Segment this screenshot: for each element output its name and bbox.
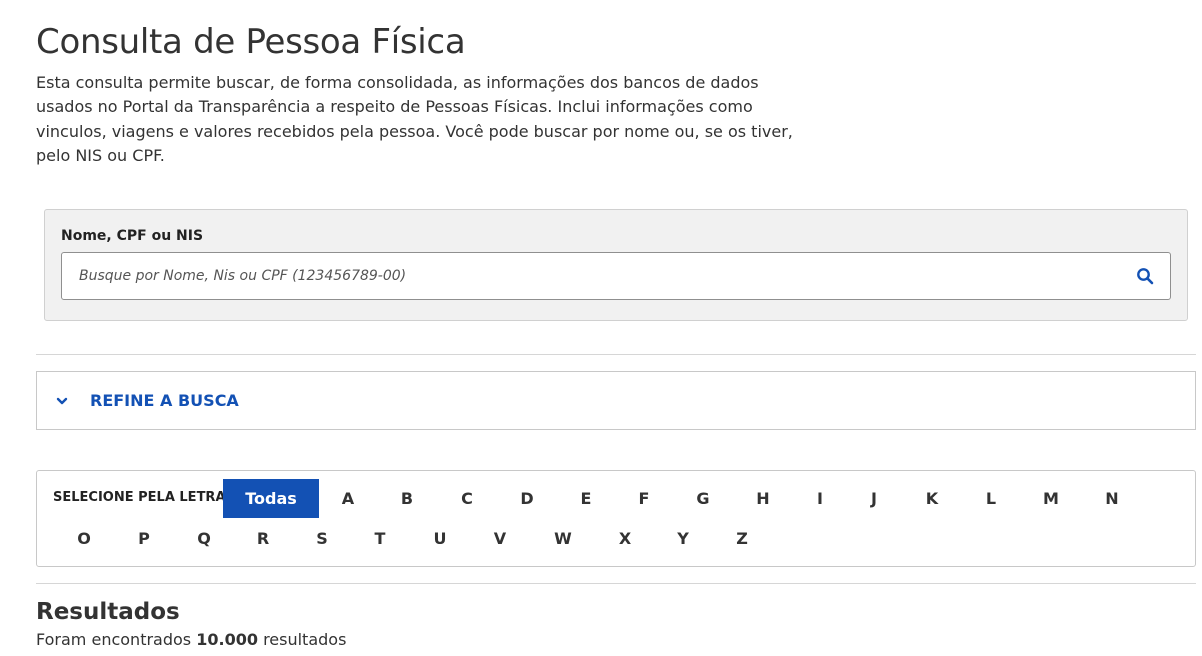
results-title: Resultados	[36, 599, 180, 625]
letter-button-todas[interactable]: Todas	[223, 479, 319, 518]
search-button[interactable]	[1134, 265, 1156, 287]
letter-button-m[interactable]: M	[1029, 479, 1073, 517]
letter-button-v[interactable]: V	[478, 519, 522, 557]
letter-button-z[interactable]: Z	[720, 519, 764, 557]
letter-button-o[interactable]: O	[62, 519, 106, 557]
letter-button-a[interactable]: A	[326, 479, 370, 517]
page: Consulta de Pessoa Física Esta consulta …	[0, 0, 1202, 656]
page-description: Esta consulta permite buscar, de forma c…	[36, 73, 793, 165]
letter-button-b[interactable]: B	[385, 479, 429, 517]
results-prefix: Foram encontrados	[36, 630, 192, 649]
letter-filter: SELECIONE PELA LETRA: Todas A B C D E F …	[36, 470, 1196, 567]
search-icon	[1137, 268, 1154, 285]
letter-button-i[interactable]: I	[798, 479, 842, 517]
letter-button-f[interactable]: F	[622, 479, 666, 517]
search-input[interactable]	[63, 254, 1113, 298]
letter-button-k[interactable]: K	[910, 479, 954, 517]
letter-button-y[interactable]: Y	[661, 519, 705, 557]
results-suffix: resultados	[263, 630, 347, 649]
letter-button-p[interactable]: P	[122, 519, 166, 557]
refine-search-toggle[interactable]: REFINE A BUSCA	[36, 371, 1196, 430]
letter-button-l[interactable]: L	[969, 479, 1013, 517]
letter-button-r[interactable]: R	[241, 519, 285, 557]
letter-button-u[interactable]: U	[418, 519, 462, 557]
refine-search-label: REFINE A BUSCA	[90, 391, 239, 410]
letter-button-d[interactable]: D	[505, 479, 549, 517]
letter-button-t[interactable]: T	[358, 519, 402, 557]
letter-button-h[interactable]: H	[741, 479, 785, 517]
divider	[36, 583, 1196, 584]
letter-button-g[interactable]: G	[681, 479, 725, 517]
results-count: 10.000	[196, 630, 258, 649]
search-label: Nome, CPF ou NIS	[61, 228, 204, 244]
letter-button-x[interactable]: X	[603, 519, 647, 557]
search-box	[61, 252, 1171, 300]
letter-button-j[interactable]: J	[852, 479, 896, 517]
letter-button-e[interactable]: E	[564, 479, 608, 517]
results-summary: Foram encontrados 10.000 resultados	[36, 630, 346, 649]
letter-button-n[interactable]: N	[1090, 479, 1134, 517]
letter-button-s[interactable]: S	[300, 519, 344, 557]
letter-button-q[interactable]: Q	[182, 519, 226, 557]
page-title: Consulta de Pessoa Física	[36, 22, 466, 62]
chevron-down-icon	[56, 397, 68, 405]
letter-button-c[interactable]: C	[445, 479, 489, 517]
search-panel: Nome, CPF ou NIS	[44, 209, 1188, 321]
divider	[36, 354, 1196, 355]
letter-button-w[interactable]: W	[541, 519, 585, 557]
letter-filter-label: SELECIONE PELA LETRA:	[53, 490, 231, 505]
